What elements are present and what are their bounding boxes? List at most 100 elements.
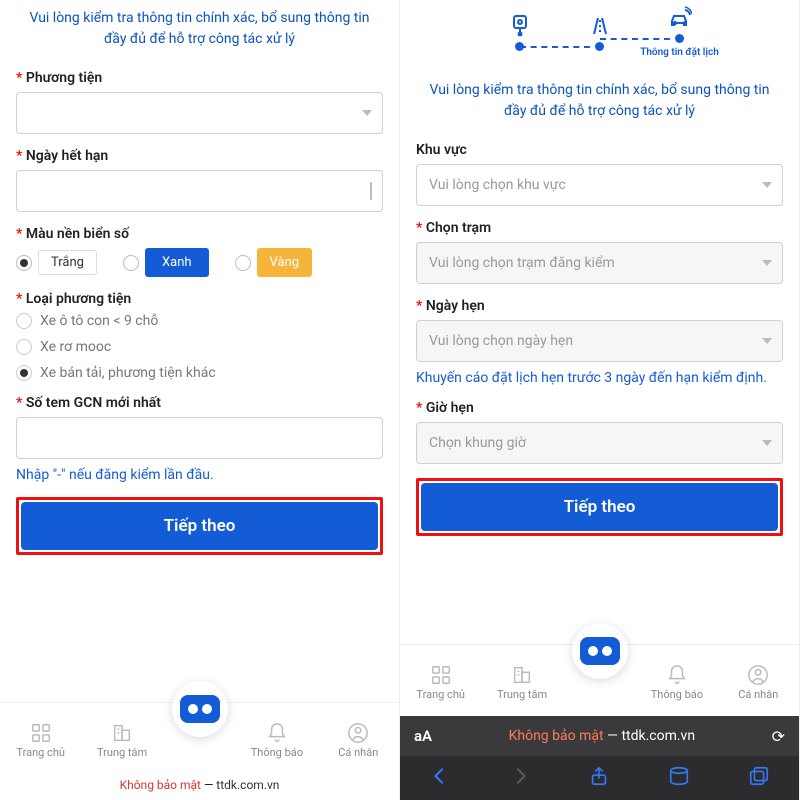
vehicle-type-label: Xe rơ mooc bbox=[40, 339, 111, 355]
label-date: Ngày hẹn bbox=[416, 298, 783, 314]
chevron-down-icon bbox=[762, 182, 772, 188]
nav-home[interactable]: Trang chủ bbox=[9, 722, 73, 759]
plate-tag-white: Trắng bbox=[38, 250, 97, 275]
road-icon bbox=[586, 12, 614, 40]
radio-icon bbox=[235, 255, 251, 271]
plate-color-options: Trắng Xanh Vàng bbox=[16, 248, 383, 277]
url-display[interactable]: Không bảo mật — ttdk.com.vn bbox=[448, 728, 756, 744]
bell-icon bbox=[266, 722, 288, 744]
nav-label: Thông báo bbox=[251, 746, 303, 759]
next-button[interactable]: Tiếp theo bbox=[21, 502, 378, 550]
select-station[interactable]: Vui lòng chọn trạm đăng kiểm bbox=[416, 242, 783, 284]
chevron-down-icon bbox=[762, 338, 772, 344]
nav-label: Trang chủ bbox=[416, 688, 465, 701]
field-plate-color: Màu nền biển số Trắng Xanh Vàng bbox=[16, 226, 383, 277]
field-time: Giờ hẹn Chọn khung giờ bbox=[416, 400, 783, 464]
share-button[interactable] bbox=[588, 765, 610, 791]
input-stamp-number[interactable] bbox=[16, 417, 383, 459]
select-date[interactable]: Vui lòng chọn ngày hẹn bbox=[416, 320, 783, 362]
building-icon bbox=[511, 664, 533, 686]
nav-home[interactable]: Trang chủ bbox=[409, 664, 473, 701]
vehicle-type-other[interactable]: Xe bán tải, phương tiện khác bbox=[16, 365, 383, 381]
radio-icon bbox=[16, 365, 32, 381]
label-stamp: Số tem GCN mới nhất bbox=[16, 395, 383, 411]
step-3: Thông tin đặt lịch bbox=[640, 4, 720, 58]
goggles-icon bbox=[180, 695, 220, 723]
nav-center[interactable]: Trung tâm bbox=[90, 722, 154, 759]
highlight-ring: Tiếp theo bbox=[16, 497, 383, 555]
nav-main-action[interactable] bbox=[572, 623, 628, 679]
plate-color-yellow[interactable]: Vàng bbox=[235, 248, 313, 277]
bookmarks-button[interactable] bbox=[668, 765, 690, 791]
label-station: Chọn trạm bbox=[416, 220, 783, 236]
user-icon bbox=[347, 722, 369, 744]
screen-booking-info: Thông tin đặt lịch Vui lòng kiểm tra thô… bbox=[400, 0, 800, 800]
nav-notify[interactable]: Thông báo bbox=[245, 722, 309, 759]
person-icon bbox=[506, 12, 534, 40]
domain-text: ttdk.com.vn bbox=[621, 728, 695, 744]
bell-icon bbox=[666, 664, 688, 686]
safari-address-bar[interactable]: aA Không bảo mật — ttdk.com.vn ⟳ bbox=[400, 716, 799, 756]
field-expiry: Ngày hết hạn bbox=[16, 148, 383, 212]
instruction-text: Vui lòng kiểm tra thông tin chính xác, b… bbox=[16, 0, 383, 70]
nav-profile[interactable]: Cá nhân bbox=[326, 722, 390, 759]
reload-icon[interactable]: ⟳ bbox=[772, 727, 785, 746]
forward-button[interactable] bbox=[509, 765, 531, 791]
vehicle-type-trailer[interactable]: Xe rơ mooc bbox=[16, 339, 383, 355]
security-warning: Không bảo mật bbox=[509, 728, 604, 744]
progress-stepper: Thông tin đặt lịch bbox=[416, 0, 783, 60]
grid-icon bbox=[430, 664, 452, 686]
field-stamp-number: Số tem GCN mới nhất Nhập "-" nếu đăng ki… bbox=[16, 395, 383, 483]
nav-center[interactable]: Trung tâm bbox=[490, 664, 554, 701]
chevron-down-icon bbox=[362, 110, 372, 116]
form-content: Vui lòng kiểm tra thông tin chính xác, b… bbox=[0, 0, 399, 702]
nav-main-action[interactable] bbox=[172, 681, 228, 737]
label-time: Giờ hẹn bbox=[416, 400, 783, 416]
building-icon bbox=[111, 722, 133, 744]
nav-profile[interactable]: Cá nhân bbox=[726, 664, 790, 701]
field-area: Khu vực Vui lòng chọn khu vực bbox=[416, 142, 783, 206]
bottom-nav: Trang chủ Trung tâm Thông báo Cá nhân bbox=[0, 702, 399, 774]
input-expiry-date[interactable] bbox=[16, 170, 383, 212]
footer-security: Không bảo mật — ttdk.com.vn bbox=[0, 774, 399, 800]
radio-icon bbox=[16, 255, 32, 271]
bottom-nav: Trang chủ Trung tâm Thông báo Cá nhân bbox=[400, 644, 799, 716]
label-vehicle: Phương tiện bbox=[16, 70, 383, 86]
domain-text: ttdk.com.vn bbox=[216, 778, 279, 792]
security-warning: Không bảo mật bbox=[120, 778, 201, 792]
field-vehicle: Phương tiện bbox=[16, 70, 383, 134]
nav-label: Cá nhân bbox=[738, 688, 778, 701]
plate-color-blue[interactable]: Xanh bbox=[123, 248, 209, 277]
instruction-text: Vui lòng kiểm tra thông tin chính xác, b… bbox=[416, 60, 783, 142]
grid-icon bbox=[30, 722, 52, 744]
back-button[interactable] bbox=[429, 765, 451, 791]
radio-icon bbox=[16, 313, 32, 329]
select-area[interactable]: Vui lòng chọn khu vực bbox=[416, 164, 783, 206]
placeholder-text: Vui lòng chọn trạm đăng kiểm bbox=[429, 255, 615, 271]
nav-label: Trang chủ bbox=[16, 746, 65, 759]
text-size-button[interactable]: aA bbox=[414, 727, 432, 745]
plate-tag-blue: Xanh bbox=[145, 248, 209, 277]
next-button[interactable]: Tiếp theo bbox=[421, 483, 778, 531]
label-area: Khu vực bbox=[416, 142, 783, 158]
vehicle-type-label: Xe ô tô con < 9 chỗ bbox=[40, 313, 158, 329]
safari-toolbar bbox=[400, 756, 799, 800]
plate-color-white[interactable]: Trắng bbox=[16, 250, 97, 275]
placeholder-text: Chọn khung giờ bbox=[429, 435, 526, 451]
placeholder-text: Vui lòng chọn ngày hẹn bbox=[429, 333, 573, 349]
screen-vehicle-info: Vui lòng kiểm tra thông tin chính xác, b… bbox=[0, 0, 400, 800]
user-icon bbox=[747, 664, 769, 686]
vehicle-type-label: Xe bán tải, phương tiện khác bbox=[40, 365, 216, 381]
vehicle-type-car[interactable]: Xe ô tô con < 9 chỗ bbox=[16, 313, 383, 329]
form-content-right: Thông tin đặt lịch Vui lòng kiểm tra thô… bbox=[400, 0, 799, 644]
goggles-icon bbox=[580, 637, 620, 665]
nav-label: Trung tâm bbox=[97, 746, 147, 759]
nav-notify[interactable]: Thông báo bbox=[645, 664, 709, 701]
select-time[interactable]: Chọn khung giờ bbox=[416, 422, 783, 464]
tabs-button[interactable] bbox=[748, 765, 770, 791]
nav-label: Cá nhân bbox=[338, 746, 378, 759]
label-plate-color: Màu nền biển số bbox=[16, 226, 383, 242]
select-vehicle[interactable] bbox=[16, 92, 383, 134]
field-date: Ngày hẹn Vui lòng chọn ngày hẹn Khuyến c… bbox=[416, 298, 783, 386]
nav-label: Thông báo bbox=[651, 688, 703, 701]
